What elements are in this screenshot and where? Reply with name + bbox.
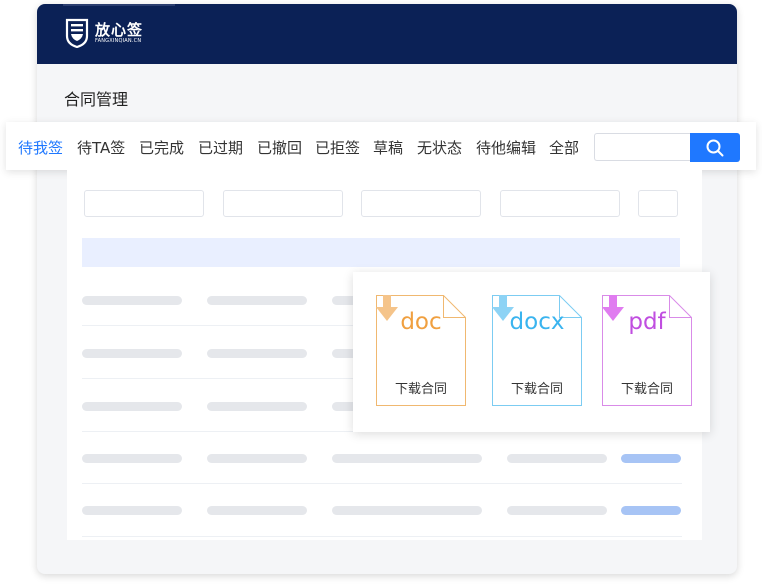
tab-draft[interactable]: 草稿 — [373, 137, 403, 158]
search-button[interactable] — [690, 133, 740, 162]
search-input[interactable] — [594, 133, 690, 161]
download-label: 下载合同 — [620, 382, 673, 397]
table-row-placeholder — [507, 506, 607, 515]
table-row-placeholder — [332, 454, 482, 463]
search-icon — [706, 139, 724, 156]
download-pdf-button[interactable]: pdf 下载合同 — [602, 295, 692, 406]
filter-field[interactable] — [223, 190, 343, 217]
table-row-placeholder — [82, 454, 182, 463]
table-row-placeholder — [207, 349, 307, 358]
table-row-placeholder — [507, 454, 607, 463]
row-action-placeholder[interactable] — [621, 454, 681, 463]
tab-rejected[interactable]: 已拒签 — [315, 137, 360, 158]
tab-completed[interactable]: 已完成 — [139, 137, 184, 158]
table-row-placeholder — [82, 506, 182, 515]
table-row-placeholder — [207, 506, 307, 515]
table-header — [82, 238, 680, 267]
tab-pending-other[interactable]: 待TA签 — [77, 137, 125, 158]
download-label: 下载合同 — [394, 382, 447, 397]
tab-withdrawn[interactable]: 已撤回 — [257, 137, 302, 158]
filter-field[interactable] — [500, 190, 620, 217]
tab-pending-me[interactable]: 待我签 — [18, 137, 63, 158]
table-row-placeholder — [82, 296, 182, 305]
status-tab-bar: 待我签 待TA签 已完成 已过期 已撤回 已拒签 草稿 无状态 待他编辑 全部 — [6, 122, 756, 170]
download-arrow-icon — [602, 295, 624, 321]
tab-no-status[interactable]: 无状态 — [417, 137, 462, 158]
download-arrow-icon — [492, 295, 514, 321]
download-arrow-icon — [376, 295, 398, 321]
brand-domain: FANGXINQIAN.CN — [95, 37, 142, 44]
tab-all[interactable]: 全部 — [549, 137, 579, 158]
table-row-placeholder — [82, 402, 182, 411]
download-popup: doc 下载合同 docx 下载合同 pdf 下载合同 — [353, 272, 710, 432]
shield-logo-icon — [65, 18, 89, 48]
brand-name: 放心签 — [95, 20, 144, 39]
table-row-placeholder — [207, 296, 307, 305]
page-title: 合同管理 — [64, 90, 129, 109]
table-row-placeholder — [332, 506, 482, 515]
header-divider — [63, 4, 175, 6]
table-row-placeholder — [207, 402, 307, 411]
tab-expired[interactable]: 已过期 — [198, 137, 243, 158]
row-divider — [82, 483, 682, 484]
row-divider — [82, 536, 682, 537]
download-doc-button[interactable]: doc 下载合同 — [376, 295, 466, 406]
download-label: 下载合同 — [510, 382, 563, 397]
filter-field[interactable] — [84, 190, 204, 217]
filter-field[interactable] — [638, 190, 678, 217]
brand-text: 放心签 FANGXINQIAN.CN — [95, 22, 143, 45]
tab-pending-edit[interactable]: 待他编辑 — [476, 137, 536, 158]
filter-field[interactable] — [361, 190, 481, 217]
top-header: 放心签 FANGXINQIAN.CN — [37, 4, 737, 64]
row-action-placeholder[interactable] — [621, 506, 681, 515]
table-row-placeholder — [207, 454, 307, 463]
download-docx-button[interactable]: docx 下载合同 — [492, 295, 582, 406]
brand-logo[interactable]: 放心签 FANGXINQIAN.CN — [65, 18, 143, 48]
table-row-placeholder — [82, 349, 182, 358]
